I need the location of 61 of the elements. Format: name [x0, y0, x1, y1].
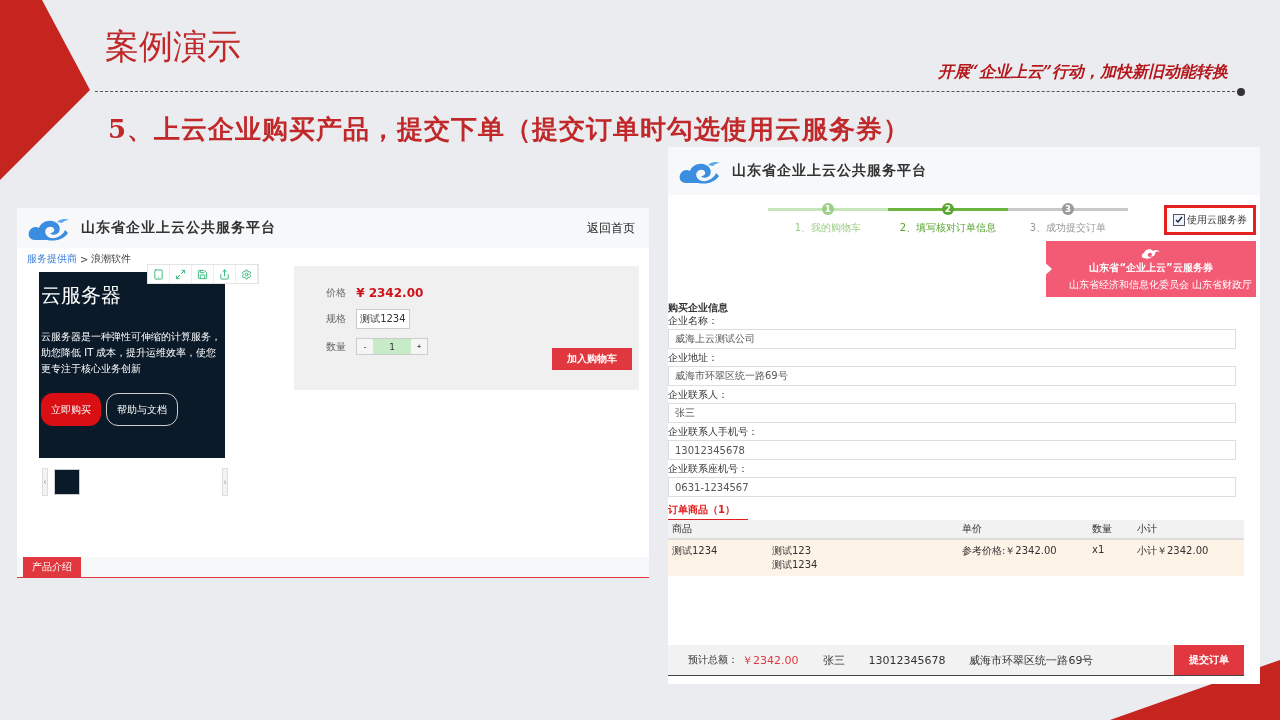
table-cell-text: 测试1234: [772, 558, 819, 572]
breadcrumb-text: 浪潮软件: [91, 252, 132, 266]
column-header: 小计: [1137, 522, 1158, 536]
field-label: 企业地址：: [668, 352, 719, 364]
slide-title: 案例演示: [105, 25, 241, 68]
buy-now-button[interactable]: 立即购买: [41, 393, 101, 426]
total-label: 预计总额：: [688, 653, 738, 667]
table-cell-text: x1: [1092, 544, 1106, 555]
input-field[interactable]: 13012345678: [668, 440, 1236, 460]
contact-address: 威海市环翠区统一路69号: [969, 652, 1094, 668]
input-field[interactable]: 威海上云测试公司: [668, 329, 1236, 349]
input-field[interactable]: 0631-1234567: [668, 477, 1236, 497]
spec-option[interactable]: 测试1234: [356, 309, 410, 329]
input-field[interactable]: 威海市环翠区统一路69号: [668, 366, 1236, 386]
coupon-title: 山东省“企业上云”云服务券: [1089, 261, 1213, 275]
contact-phone: 13012345678: [868, 653, 946, 667]
quantity-label: 数量: [326, 339, 348, 354]
slide-heading: 5、上云企业购买产品，提交下单（提交订单时勾选使用云服务券）: [108, 113, 911, 146]
help-button[interactable]: 帮助与文档: [106, 393, 178, 426]
input-field[interactable]: 张三: [668, 403, 1236, 423]
coupon-issuer: 山东省经济和信息化委员会 山东省财政厅: [1068, 278, 1252, 292]
cloud-icon: [1141, 247, 1161, 259]
coupon-checkbox[interactable]: [1173, 214, 1185, 226]
step-number: 2: [942, 203, 954, 215]
step-label: 3、成功提交订单: [1029, 221, 1107, 235]
breadcrumb-link[interactable]: 服务提供商: [27, 252, 77, 266]
banner-description: 云服务器是一种弹性可伸缩的计算服务，助您降低 IT 成本，提升运维效率，使您更专注于核心业务创新: [41, 330, 222, 376]
step-number: 1: [822, 203, 834, 215]
step-label: 1、我的购物车: [794, 221, 862, 235]
tab[interactable]: 产品介绍: [23, 557, 81, 577]
step-number: 3: [1062, 203, 1074, 215]
field-label: 企业联系座机号：: [668, 463, 749, 475]
table-cell-text: 测试1234: [672, 544, 719, 558]
breadcrumb-separator: >: [80, 253, 89, 265]
submit-order-button[interactable]: 提交订单: [1174, 645, 1244, 675]
field-label: 企业联系人：: [668, 389, 729, 401]
step-label: 2、填写核对订单信息: [899, 221, 997, 235]
rule-dot: [1237, 88, 1245, 96]
check-icon: [1175, 216, 1183, 224]
spec-label: 规格: [326, 312, 348, 326]
column-header: 商品: [672, 522, 693, 536]
home-link[interactable]: 返回首页: [587, 219, 635, 237]
banner-title: 云服务器: [41, 282, 122, 309]
slogan: 开展“企业上云”行动，加快新旧动能转换: [937, 62, 1228, 83]
price: ¥ 2342.00: [356, 286, 424, 300]
coupon-label: 使用云服务券: [1187, 213, 1247, 227]
table-cell-text: 参考价格:￥2342.00: [962, 544, 1058, 558]
section-title: 购买企业信息: [668, 301, 729, 315]
thumbnail[interactable]: [54, 469, 80, 495]
table-cell-text: 小计￥2342.00: [1137, 544, 1210, 558]
field-label: 企业名称：: [668, 315, 719, 327]
price-label: 价格: [326, 286, 348, 300]
field-label: 企业联系人手机号：: [668, 426, 759, 438]
contact-name: 张三: [822, 652, 845, 668]
column-header: 单价: [962, 522, 983, 536]
total-amount: ￥2342.00: [742, 652, 799, 668]
site-title: 山东省企业上云公共服务平台: [732, 162, 927, 180]
table-cell-text: 测试123: [772, 544, 813, 558]
add-to-cart-button[interactable]: 加入购物车: [552, 348, 633, 370]
site-title: 山东省企业上云公共服务平台: [81, 219, 276, 237]
column-header: 数量: [1092, 522, 1113, 536]
